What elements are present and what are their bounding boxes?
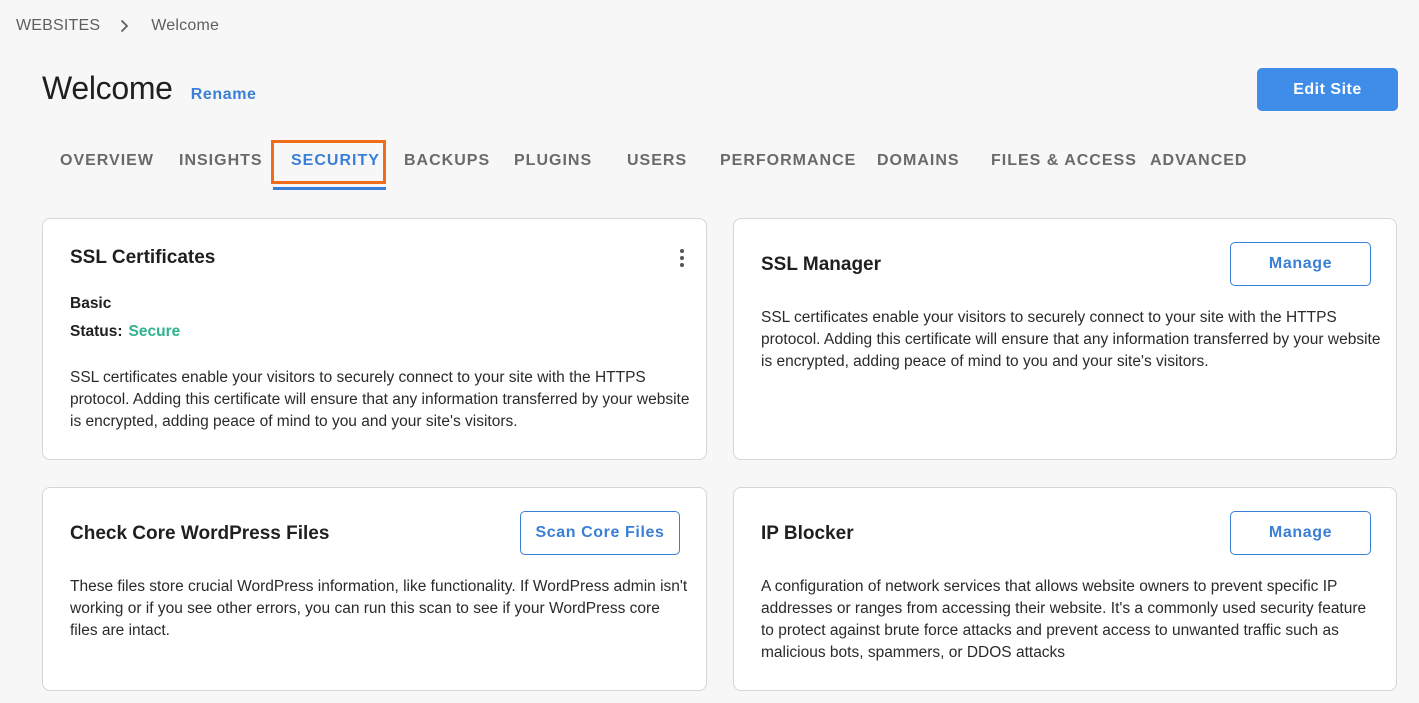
card-description: A configuration of network services that…: [761, 578, 1367, 661]
tab-plugins[interactable]: PLUGINS: [514, 140, 592, 182]
tab-bar: OVERVIEW INSIGHTS SECURITY BACKUPS PLUGI…: [0, 140, 1419, 192]
card-title: Check Core WordPress Files: [70, 523, 330, 544]
status-badge: Secure: [128, 323, 181, 340]
card-description: SSL certificates enable your visitors to…: [70, 369, 690, 430]
ssl-certificates-card: SSL Certificates Basic Status: Secure SSL…: [42, 218, 707, 460]
edit-site-button[interactable]: Edit Site: [1257, 68, 1398, 111]
page-header: Welcome Rename: [42, 70, 257, 107]
tab-insights[interactable]: INSIGHTS: [179, 140, 263, 182]
tab-overview[interactable]: OVERVIEW: [60, 140, 154, 182]
tab-files-access[interactable]: FILES & ACCESS: [991, 140, 1137, 182]
tab-users[interactable]: USERS: [627, 140, 687, 182]
card-description: These files store crucial WordPress info…: [70, 578, 688, 639]
card-title: SSL Manager: [761, 254, 882, 275]
card-title: SSL Certificates: [70, 247, 216, 268]
tab-backups[interactable]: BACKUPS: [404, 140, 490, 182]
active-tab-highlight-box: [271, 140, 386, 184]
scan-core-files-button[interactable]: Scan Core Files: [520, 511, 680, 555]
tab-advanced[interactable]: ADVANCED: [1150, 140, 1247, 182]
page-title: Welcome: [42, 70, 173, 106]
tab-domains[interactable]: DOMAINS: [877, 140, 960, 182]
status-label: Status:: [70, 323, 123, 340]
core-files-card: Check Core WordPress Files Scan Core Fil…: [42, 487, 707, 691]
ssl-status: Status: Secure: [70, 323, 180, 341]
tab-performance[interactable]: PERFORMANCE: [720, 140, 856, 182]
breadcrumb-current: Welcome: [151, 17, 220, 34]
ip-blocker-manage-button[interactable]: Manage: [1230, 511, 1371, 555]
ssl-plan: Basic: [70, 295, 112, 312]
rename-link[interactable]: Rename: [191, 86, 257, 104]
ssl-manager-manage-button[interactable]: Manage: [1230, 242, 1371, 286]
ssl-manager-card: SSL Manager Manage SSL certificates enab…: [733, 218, 1397, 460]
more-vertical-icon[interactable]: [680, 249, 684, 270]
breadcrumb: WEBSITES Welcome: [16, 17, 219, 35]
chevron-right-icon: [120, 19, 129, 33]
card-description: SSL certificates enable your visitors to…: [761, 309, 1381, 370]
active-tab-underline: [273, 187, 386, 190]
ip-blocker-card: IP Blocker Manage A configuration of net…: [733, 487, 1397, 691]
breadcrumb-websites-link[interactable]: WEBSITES: [16, 17, 100, 35]
card-title: IP Blocker: [761, 523, 854, 544]
